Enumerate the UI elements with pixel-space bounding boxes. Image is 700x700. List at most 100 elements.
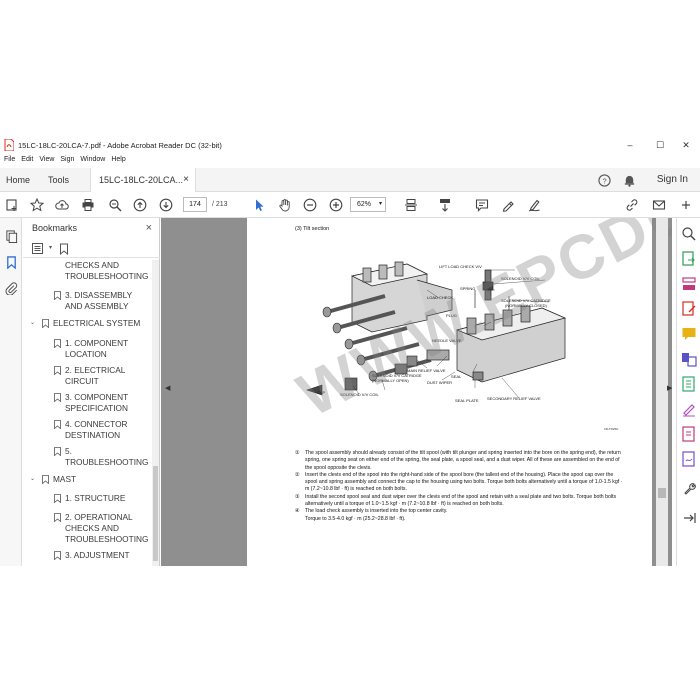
export-pdf-icon[interactable] [681, 251, 697, 267]
share-link-icon[interactable] [624, 197, 640, 213]
zoom-out-icon[interactable] [302, 197, 318, 213]
upload-cloud-icon[interactable] [54, 197, 70, 213]
bookmark-item[interactable]: 4. CONNECTOR [23, 419, 151, 430]
options-chevron-icon[interactable]: ▾ [49, 244, 52, 251]
bookmark-item[interactable]: LOCATION [23, 349, 151, 360]
bookmark-ribbon-icon [54, 551, 61, 560]
callout-label: SECONDARY RELIEF VALVE [487, 396, 541, 401]
bookmark-item[interactable]: TROUBLESHOOTING [23, 534, 151, 545]
fill-sign-icon[interactable] [681, 401, 697, 417]
tab-home[interactable]: Home [6, 168, 30, 192]
bookmark-star-icon[interactable] [29, 197, 45, 213]
maximize-button[interactable]: ☐ [646, 134, 674, 156]
edit-pdf-icon[interactable] [681, 301, 697, 317]
bookmark-item[interactable]: 3. ADJUSTMENT [23, 550, 151, 561]
document-viewport[interactable]: (3) Tilt section LIFT LOAD CHECK V/V SOL… [161, 218, 672, 566]
menu-view[interactable]: View [39, 156, 54, 168]
zoom-level-select[interactable]: 62% ▾ [350, 197, 386, 212]
organize-pages-icon[interactable] [681, 276, 697, 292]
hand-tool-icon[interactable] [277, 197, 293, 213]
bookmark-item[interactable]: 1. STRUCTURE [23, 493, 151, 504]
bookmark-item[interactable]: 2. ELECTRICAL [23, 365, 151, 376]
bookmark-ribbon-icon [54, 494, 61, 503]
collapse-left-panel-icon[interactable]: ◀ [165, 384, 170, 392]
bookmark-item[interactable]: 5. [23, 446, 151, 457]
page-number-input[interactable]: 174 [183, 197, 207, 212]
highlight-pen-icon[interactable] [500, 197, 516, 213]
left-navigation-rail [0, 218, 22, 566]
bookmark-item[interactable]: ⌄ ELECTRICAL SYSTEM [23, 318, 151, 329]
bookmark-item[interactable]: DESTINATION [23, 430, 151, 441]
select-cursor-icon[interactable] [251, 197, 267, 213]
send-for-signature-icon[interactable] [681, 451, 697, 467]
instruction-step: ③ Install the second spool seal and dust … [295, 493, 617, 508]
email-icon[interactable] [651, 197, 667, 213]
collapse-tools-pane-icon[interactable] [681, 510, 697, 526]
instruction-step: Torque to 3.5-4.0 kgf · m (25.2~28.8 lbf… [305, 515, 406, 522]
find-zoom-icon[interactable] [107, 197, 123, 213]
bookmark-options-icon[interactable] [32, 243, 46, 255]
more-tools-wrench-icon[interactable] [681, 481, 697, 497]
help-icon[interactable]: ? [597, 173, 611, 187]
title-bar: 15LC-18LC-20LCA-7.pdf - Adobe Acrobat Re… [0, 134, 700, 156]
comment-tool-icon[interactable] [681, 326, 697, 342]
bookmark-item[interactable]: TROUBLESHOOTING [23, 271, 151, 282]
document-scrollbar[interactable] [656, 218, 668, 566]
protect-icon[interactable] [681, 426, 697, 442]
instruction-step: ② Insert the clevis end of the spool into… [295, 471, 623, 493]
bookmark-item[interactable]: CIRCUIT [23, 376, 151, 387]
collapse-chevron-icon[interactable]: ⌄ [30, 318, 35, 329]
sign-pen-icon[interactable] [526, 197, 542, 213]
bookmark-item[interactable]: 3. COMPONENT [23, 392, 151, 403]
bookmark-item[interactable]: CHECKS AND [23, 260, 151, 271]
bookmark-item[interactable]: TROUBLESHOOTING [23, 457, 151, 468]
tab-tools[interactable]: Tools [48, 168, 69, 192]
instruction-steps: ① The spool assembly should already consi… [295, 450, 625, 523]
create-pdf-icon[interactable] [4, 197, 20, 213]
zoom-in-icon[interactable] [328, 197, 344, 213]
close-panel-icon[interactable]: × [146, 218, 152, 238]
comment-icon[interactable] [474, 197, 490, 213]
more-tools-icon[interactable] [678, 197, 694, 213]
bookmark-item[interactable]: 3. DISASSEMBLY [23, 290, 151, 301]
bookmark-item[interactable]: 2. OPERATIONAL [23, 512, 151, 523]
minimize-button[interactable]: – [616, 134, 644, 156]
print-icon[interactable] [80, 197, 96, 213]
pdf-app-icon [4, 139, 14, 151]
menu-window[interactable]: Window [80, 156, 105, 168]
document-scrollbar-thumb[interactable] [658, 488, 666, 498]
collapse-right-panel-icon[interactable]: ▶ [667, 384, 672, 392]
bookmark-item[interactable]: AND ASSEMBLY [23, 301, 151, 312]
previous-page-icon[interactable] [132, 197, 148, 213]
tab-document[interactable]: 15LC-18LC-20LCA... × [90, 168, 196, 192]
next-page-icon[interactable] [158, 197, 174, 213]
main-toolbar: 174 / 213 62% ▾ [0, 192, 700, 218]
bookmark-item[interactable]: ⌄ MAST [23, 474, 151, 485]
bookmarks-scrollbar[interactable] [152, 260, 159, 566]
bookmarks-panel-icon[interactable] [3, 254, 19, 270]
menu-help[interactable]: Help [111, 156, 125, 168]
close-tab-icon[interactable]: × [183, 168, 189, 192]
page-view-icon[interactable] [403, 197, 419, 213]
sign-in-button[interactable]: Sign In [657, 168, 688, 192]
menu-edit[interactable]: Edit [21, 156, 33, 168]
scroll-mode-icon[interactable] [437, 197, 453, 213]
bookmark-ribbon-icon [54, 291, 61, 300]
bookmarks-scrollbar-thumb[interactable] [153, 466, 158, 561]
bookmark-item[interactable]: 1. COMPONENT [23, 338, 151, 349]
right-tools-rail [676, 218, 700, 566]
bookmark-item[interactable]: CHECKS AND [23, 523, 151, 534]
menu-file[interactable]: File [4, 156, 15, 168]
page-thumbnails-icon[interactable] [3, 228, 19, 244]
search-zoom-icon[interactable] [681, 226, 697, 242]
combine-files-icon[interactable] [681, 351, 697, 367]
add-bookmark-icon[interactable] [59, 243, 69, 255]
bookmark-item[interactable]: SPECIFICATION [23, 403, 151, 414]
close-window-button[interactable]: ✕ [672, 134, 700, 156]
bookmarks-panel: Bookmarks × ▾ CHECKS AND TROUBLESHOOTING… [23, 218, 160, 566]
compress-pdf-icon[interactable] [681, 376, 697, 392]
attachments-paperclip-icon[interactable] [3, 280, 19, 296]
menu-sign[interactable]: Sign [60, 156, 74, 168]
notification-bell-icon[interactable] [622, 173, 636, 187]
collapse-chevron-icon[interactable]: ⌄ [30, 474, 35, 485]
